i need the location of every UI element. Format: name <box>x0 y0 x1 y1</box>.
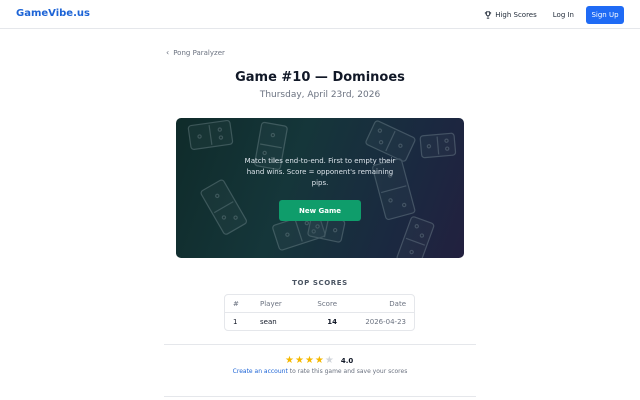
high-scores-link[interactable]: High Scores <box>480 11 541 19</box>
page-title: Game #10 — Dominoes <box>235 70 405 85</box>
score-value: 14 <box>327 318 337 326</box>
table-header-row: # Player Score Date <box>225 295 414 313</box>
signup-button[interactable]: Sign Up <box>586 5 624 24</box>
login-button[interactable]: Log In <box>549 11 578 19</box>
star-icon: ★ <box>304 355 314 366</box>
star-icon: ★ <box>294 355 304 366</box>
table-row: 1 sean 14 2026-04-23 <box>225 313 414 331</box>
game-date: Thursday, April 23rd, 2026 <box>259 90 381 100</box>
divider <box>164 396 476 397</box>
breadcrumb[interactable]: ‹ Pong Paralyzer <box>166 48 225 58</box>
rating-value: 4.0 <box>340 357 354 365</box>
game-rating: ★ ★ ★ ★ ★ 4.0 <box>285 356 353 366</box>
divider <box>164 344 476 345</box>
new-game-button[interactable]: New Game <box>279 200 361 221</box>
star-icon: ★ <box>324 355 334 366</box>
top-nav: GameVibe.us High Scores Log In Sign Up <box>0 0 640 29</box>
rating-prompt: Create an account to rate this game and … <box>0 368 640 375</box>
score-rank: 1 <box>233 318 238 326</box>
brand-logo[interactable]: GameVibe.us <box>16 8 90 19</box>
game-description: Match tiles end-to-end. First to empty t… <box>244 157 396 187</box>
high-scores-label: High Scores <box>495 10 537 19</box>
chevron-left-icon: ‹ <box>166 48 170 57</box>
rating-prompt-text: to rate this game and save your scores <box>287 368 408 375</box>
column-header-player: Player <box>260 300 282 308</box>
score-date: 2026-04-23 <box>365 318 406 326</box>
column-header-date: Date <box>389 300 406 308</box>
game-card: Match tiles end-to-end. First to empty t… <box>176 118 464 258</box>
nav-actions: High Scores Log In Sign Up <box>480 5 624 24</box>
breadcrumb-back-label: Pong Paralyzer <box>173 49 225 57</box>
top-scores-table: # Player Score Date 1 sean 14 2026-04-23 <box>224 294 415 331</box>
trophy-icon <box>485 10 492 19</box>
score-player: sean <box>260 318 277 326</box>
column-header-rank: # <box>233 300 239 308</box>
create-account-link[interactable]: Create an account <box>233 368 288 375</box>
star-icon: ★ <box>314 355 324 366</box>
top-scores-heading: TOP SCORES <box>292 279 348 287</box>
star-icon: ★ <box>285 355 294 366</box>
column-header-score: Score <box>317 300 337 308</box>
